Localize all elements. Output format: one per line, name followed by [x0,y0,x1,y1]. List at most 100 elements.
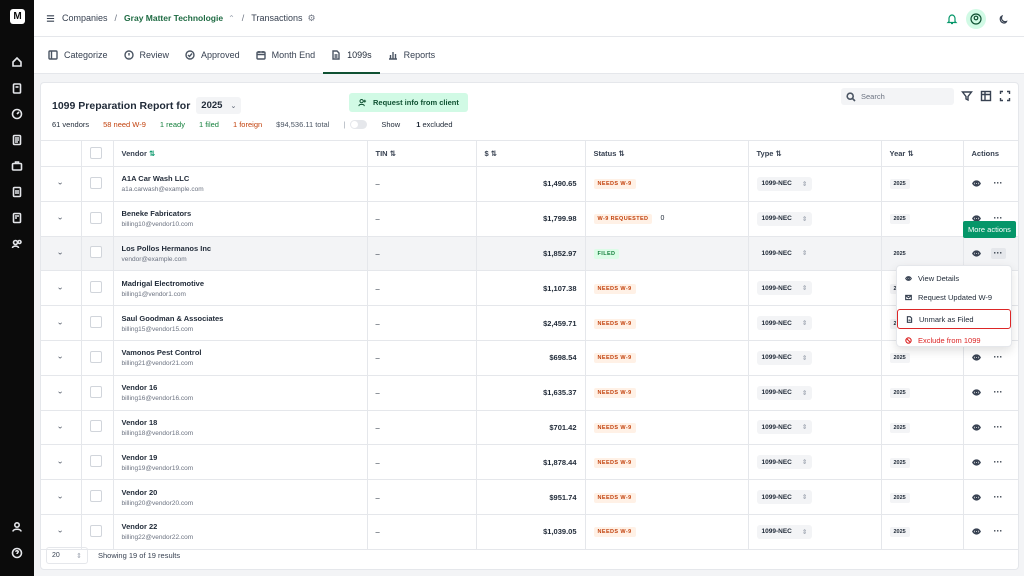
expand-cell[interactable]: › [41,479,82,515]
ledger-icon[interactable] [11,134,23,146]
type-select[interactable]: 1099-NEC ⇕ [756,211,813,226]
gear-icon[interactable]: ⚙ [307,13,315,24]
table-row[interactable]: › Vendor 16 billing16@vendor16.com – $1,635.… [41,375,1018,411]
table-row[interactable]: › A1A Car Wash LLC a1a.carwash@example.com… [41,166,1018,202]
clipboard-icon[interactable] [11,82,23,94]
year-select[interactable]: 2025 ⌄ [196,97,242,114]
row-checkbox[interactable] [89,316,102,329]
more-actions-button[interactable]: ··· [991,352,1006,363]
eye-icon[interactable] [971,179,981,188]
vendor-name[interactable]: Saul Goodman & Associates [122,314,359,323]
more-actions-button[interactable]: ··· [991,422,1006,433]
more-actions-button[interactable]: ··· [991,526,1006,537]
row-checkbox[interactable] [89,350,102,363]
expand-cell[interactable]: › [41,236,82,272]
row-checkbox[interactable] [89,455,102,468]
table-row[interactable]: › Vendor 20 billing20@vendor20.com – $951.74… [41,479,1018,515]
type-select[interactable]: 1099-NEC ⇕ [756,524,813,539]
tab-reports[interactable]: Reports [380,37,444,73]
tab-review[interactable]: Review [116,37,178,73]
home-icon[interactable] [11,56,23,68]
more-actions-button[interactable]: ··· [991,492,1006,503]
vendor-name[interactable]: Los Pollos Hermanos Inc [122,244,359,253]
vendor-name[interactable]: Vendor 18 [122,418,359,427]
eye-icon[interactable] [971,458,981,467]
expand-cell[interactable]: › [41,375,82,411]
expand-cell[interactable]: › [41,410,82,446]
chevron-right-icon[interactable]: › [56,217,65,220]
type-select[interactable]: 1099-NEC ⇕ [756,176,813,191]
eye-icon[interactable] [971,527,981,536]
breadcrumb-transactions[interactable]: Transactions [251,13,302,23]
eye-icon[interactable] [971,423,981,432]
menu-item-unmark-filed[interactable]: Unmark as Filed [897,309,1011,329]
chevron-right-icon[interactable]: › [56,287,65,290]
bell-icon[interactable] [946,13,958,25]
help-icon[interactable] [11,547,23,559]
menu-item-request-w9[interactable]: Request Updated W-9 [897,288,1011,307]
chevron-right-icon[interactable]: › [56,426,65,429]
type-select[interactable]: 1099-NEC ⇕ [756,316,813,331]
type-select[interactable]: 1099-NEC ⇕ [756,246,813,261]
more-actions-button[interactable]: ··· [991,387,1006,398]
tab-approved[interactable]: Approved [177,37,248,73]
vendor-name[interactable]: Vendor 19 [122,453,359,462]
theme-toggle[interactable] [994,9,1014,29]
row-checkbox[interactable] [89,176,102,189]
filter-icon[interactable] [961,90,973,102]
profile-icon[interactable] [11,521,23,533]
chevron-updown-icon[interactable]: ⌃ [228,14,235,23]
eye-icon[interactable] [971,353,981,362]
type-select[interactable]: 1099-NEC ⇕ [756,385,813,400]
eye-icon[interactable] [971,493,981,502]
tin-header[interactable]: TIN ⇅ [367,140,477,167]
type-select[interactable]: 1099-NEC ⇕ [756,455,813,470]
expand-cell[interactable]: › [41,166,82,202]
row-checkbox[interactable] [89,524,102,537]
expand-cell[interactable]: › [41,270,82,307]
row-checkbox[interactable] [89,281,102,294]
vendor-name[interactable]: Vendor 22 [122,522,359,531]
document-icon[interactable] [11,186,23,198]
vendor-name[interactable]: Madrigal Electromotive [122,279,359,288]
table-row[interactable]: › Madrigal Electromotive billing1@vendor1.… [41,270,1018,307]
amount-header[interactable]: $ ⇅ [476,140,586,167]
row-checkbox[interactable] [89,246,102,259]
expand-cell[interactable]: › [41,444,82,481]
row-checkbox[interactable] [89,385,102,398]
request-info-button[interactable]: Request info from client [349,93,468,112]
type-select[interactable]: 1099-NEC ⇕ [756,420,813,435]
eye-icon[interactable] [971,249,981,258]
type-select[interactable]: 1099-NEC ⇕ [756,281,813,296]
eye-icon[interactable] [971,388,981,397]
select-all-checkbox[interactable] [89,146,102,159]
row-checkbox[interactable] [89,490,102,503]
row-checkbox[interactable] [89,420,102,433]
chevron-right-icon[interactable]: › [56,252,65,255]
menu-item-view-details[interactable]: View Details [897,269,1011,288]
table-row[interactable]: › Saul Goodman & Associates billing15@vend… [41,305,1018,341]
vendor-header[interactable]: Vendor ⇅ [113,140,368,167]
report-icon[interactable] [11,212,23,224]
expand-cell[interactable]: › [41,305,82,341]
tab-month-end[interactable]: Month End [248,37,324,73]
chevron-right-icon[interactable]: › [56,357,65,360]
type-select[interactable]: 1099-NEC ⇕ [756,350,813,365]
search-input[interactable]: Search [841,88,954,105]
chevron-right-icon[interactable]: › [56,391,65,394]
hamburger-menu-icon[interactable] [46,14,55,23]
more-actions-button[interactable]: ··· [991,457,1006,468]
briefcase-icon[interactable] [11,160,23,172]
fullscreen-icon[interactable] [999,90,1011,102]
chevron-right-icon[interactable]: › [56,496,65,499]
menu-item-exclude[interactable]: Exclude from 1099 [897,331,1011,350]
expand-cell[interactable]: › [41,340,82,376]
company-selector[interactable]: Gray Matter Technologie [124,13,223,23]
vendor-name[interactable]: Beneke Fabricators [122,209,359,218]
vendor-name[interactable]: A1A Car Wash LLC [122,174,359,183]
table-row[interactable]: › Vendor 18 billing18@vendor18.com – $701.42… [41,410,1018,446]
app-logo[interactable]: M [10,9,25,24]
expand-cell[interactable]: › [41,201,82,237]
users-icon[interactable] [11,238,23,250]
chevron-right-icon[interactable]: › [56,322,65,325]
